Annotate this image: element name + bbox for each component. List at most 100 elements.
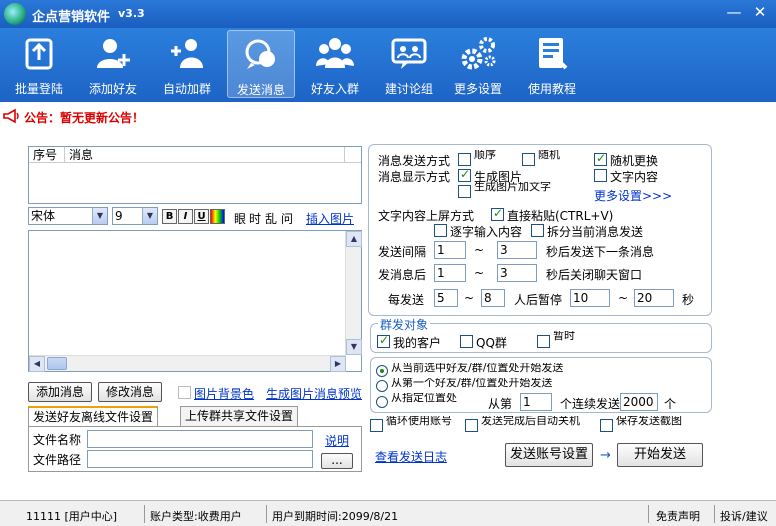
direct-paste-checkbox[interactable] bbox=[491, 206, 504, 221]
toolbar-add-friend[interactable]: 添加好友 bbox=[79, 30, 147, 98]
scroll-thumb[interactable] bbox=[47, 357, 67, 370]
scroll-left-icon[interactable]: ◀ bbox=[29, 356, 45, 372]
editor-horizontal-scrollbar[interactable]: ◀ ▶ bbox=[29, 355, 346, 372]
preview-link[interactable]: 生成图片消息预览 bbox=[266, 385, 362, 402]
tool-time[interactable]: 时 bbox=[249, 210, 261, 227]
toolbar-more-settings[interactable]: 更多设置 bbox=[444, 30, 512, 98]
color-picker-icon[interactable] bbox=[210, 209, 225, 224]
edit-message-button[interactable]: 修改消息 bbox=[98, 382, 162, 402]
disclaimer-link[interactable]: 免责声明 bbox=[656, 508, 700, 524]
save-screenshot-checkbox[interactable] bbox=[600, 419, 613, 432]
toolbar-label: 添加好友 bbox=[88, 82, 137, 96]
char-input-checkbox[interactable] bbox=[434, 224, 447, 237]
send-count-input[interactable]: 2000 bbox=[620, 393, 658, 411]
image-with-text-checkbox[interactable] bbox=[458, 185, 471, 198]
scroll-down-icon[interactable]: ▼ bbox=[346, 339, 362, 355]
toolbar-auto-join-group[interactable]: 自动加群 bbox=[153, 30, 221, 98]
interval-min-input[interactable]: 1 bbox=[434, 241, 466, 259]
pause-sec-min-input[interactable]: 10 bbox=[570, 289, 610, 307]
auto-shutdown-checkbox[interactable] bbox=[465, 419, 478, 432]
insert-image-link[interactable]: 插入图片 bbox=[306, 210, 354, 227]
send-mode-sequential-checkbox[interactable] bbox=[458, 153, 471, 166]
file-path-input[interactable] bbox=[87, 450, 313, 468]
add-friend-icon bbox=[97, 39, 130, 68]
my-customers-label: 我的客户 bbox=[393, 336, 442, 350]
toolbar-friends-into-group[interactable]: 好友入群 bbox=[301, 30, 369, 98]
send-mode-sequential-label: 顺序 bbox=[474, 150, 496, 160]
status-divider bbox=[714, 505, 715, 523]
close-button[interactable]: ✕ bbox=[750, 4, 770, 22]
add-message-button[interactable]: 添加消息 bbox=[28, 382, 92, 402]
message-editor[interactable]: ▲ ▼ ◀ ▶ bbox=[28, 230, 362, 372]
font-select[interactable]: 宋体 ▼ bbox=[28, 207, 108, 225]
file-name-input[interactable] bbox=[87, 430, 313, 448]
interval-max-input[interactable]: 3 bbox=[497, 241, 537, 259]
scroll-right-icon[interactable]: ▶ bbox=[330, 356, 346, 372]
italic-button[interactable]: I bbox=[178, 209, 193, 224]
toolbar-tutorial[interactable]: 使用教程 bbox=[518, 30, 586, 98]
toolbar-batch-login[interactable]: 批量登陆 bbox=[5, 30, 73, 98]
image-bg-checkbox[interactable] bbox=[178, 386, 191, 399]
app-logo-icon bbox=[4, 3, 26, 25]
file-path-label: 文件路径 bbox=[33, 453, 82, 467]
minimize-button[interactable]: — bbox=[724, 4, 744, 22]
send-mode-random-checkbox[interactable] bbox=[522, 153, 535, 166]
more-settings-link[interactable]: 更多设置>>> bbox=[594, 187, 672, 204]
text-content-label: 文字内容 bbox=[610, 170, 659, 184]
start-first-radio[interactable] bbox=[376, 380, 388, 392]
from-position-input[interactable]: 1 bbox=[520, 393, 552, 411]
scroll-up-icon[interactable]: ▲ bbox=[346, 231, 362, 247]
start-send-button[interactable]: 开始发送 bbox=[617, 443, 703, 467]
pause-mid-label: 人后暂停 bbox=[514, 293, 563, 307]
split-send-label: 拆分当前消息发送 bbox=[547, 225, 644, 239]
tab-group-share-file[interactable]: 上传群共享文件设置 bbox=[180, 406, 299, 426]
toolbar-send-message[interactable]: 发送消息 bbox=[227, 30, 295, 98]
feedback-link[interactable]: 投诉/建议 bbox=[720, 508, 768, 524]
image-bg-color-link[interactable]: 图片背景色 bbox=[194, 385, 254, 402]
tool-random[interactable]: 乱 bbox=[265, 210, 277, 227]
pause-min-input[interactable]: 5 bbox=[434, 289, 458, 307]
random-change-label: 随机更换 bbox=[610, 154, 659, 168]
pause-sec-tilde: ~ bbox=[618, 291, 629, 305]
split-send-checkbox[interactable] bbox=[531, 224, 544, 237]
close-max-input[interactable]: 3 bbox=[497, 264, 537, 282]
font-select-value: 宋体 bbox=[31, 209, 56, 223]
interval-label: 发送间隔 bbox=[378, 245, 427, 259]
account-settings-button[interactable]: 发送账号设置 bbox=[505, 443, 593, 467]
user-center-link[interactable]: 11111 [用户中心] bbox=[26, 508, 117, 524]
image-with-text-label: 生成图片加文字 bbox=[474, 182, 551, 192]
status-divider bbox=[266, 505, 267, 523]
underline-button[interactable]: U bbox=[194, 209, 209, 224]
tool-eye[interactable]: 眼 bbox=[234, 210, 246, 227]
close-min-input[interactable]: 1 bbox=[434, 264, 466, 282]
pause-unit-label: 秒 bbox=[682, 293, 695, 307]
close-tilde: ~ bbox=[474, 266, 485, 280]
start-specified-radio[interactable] bbox=[376, 396, 388, 408]
start-current-radio[interactable] bbox=[376, 365, 388, 377]
loop-accounts-checkbox[interactable] bbox=[370, 419, 383, 432]
qq-group-checkbox[interactable] bbox=[460, 335, 473, 348]
pause-max-input[interactable]: 8 bbox=[481, 289, 505, 307]
column-header-index[interactable]: 序号 bbox=[29, 147, 65, 163]
tool-question[interactable]: 问 bbox=[281, 210, 293, 227]
help-link[interactable]: 说明 bbox=[325, 432, 349, 449]
app-title: 企点营销软件 bbox=[32, 10, 111, 25]
bold-button[interactable]: B bbox=[162, 209, 177, 224]
text-content-checkbox[interactable] bbox=[594, 169, 607, 182]
tab-offline-file[interactable]: 发送好友离线文件设置 bbox=[28, 406, 159, 427]
message-list-table[interactable]: 序号 消息 bbox=[28, 146, 362, 204]
my-customers-checkbox[interactable] bbox=[377, 333, 390, 348]
interval-tilde: ~ bbox=[474, 243, 485, 257]
view-log-link[interactable]: 查看发送日志 bbox=[375, 448, 447, 465]
toolbar-discussion-group[interactable]: 建讨论组 bbox=[375, 30, 443, 98]
temp-checkbox[interactable] bbox=[537, 335, 550, 348]
gen-image-checkbox[interactable] bbox=[458, 167, 471, 182]
start-first-label: 从第一个好友/群/位置处开始发送 bbox=[391, 378, 553, 388]
random-change-checkbox[interactable] bbox=[594, 151, 607, 166]
editor-vertical-scrollbar[interactable]: ▲ ▼ bbox=[345, 231, 362, 355]
column-header-message[interactable]: 消息 bbox=[65, 147, 345, 163]
font-size-select[interactable]: 9 ▼ bbox=[112, 207, 158, 225]
pause-sec-max-input[interactable]: 20 bbox=[634, 289, 674, 307]
from-label: 从第 bbox=[488, 397, 513, 411]
browse-button[interactable]: ... bbox=[321, 453, 353, 469]
